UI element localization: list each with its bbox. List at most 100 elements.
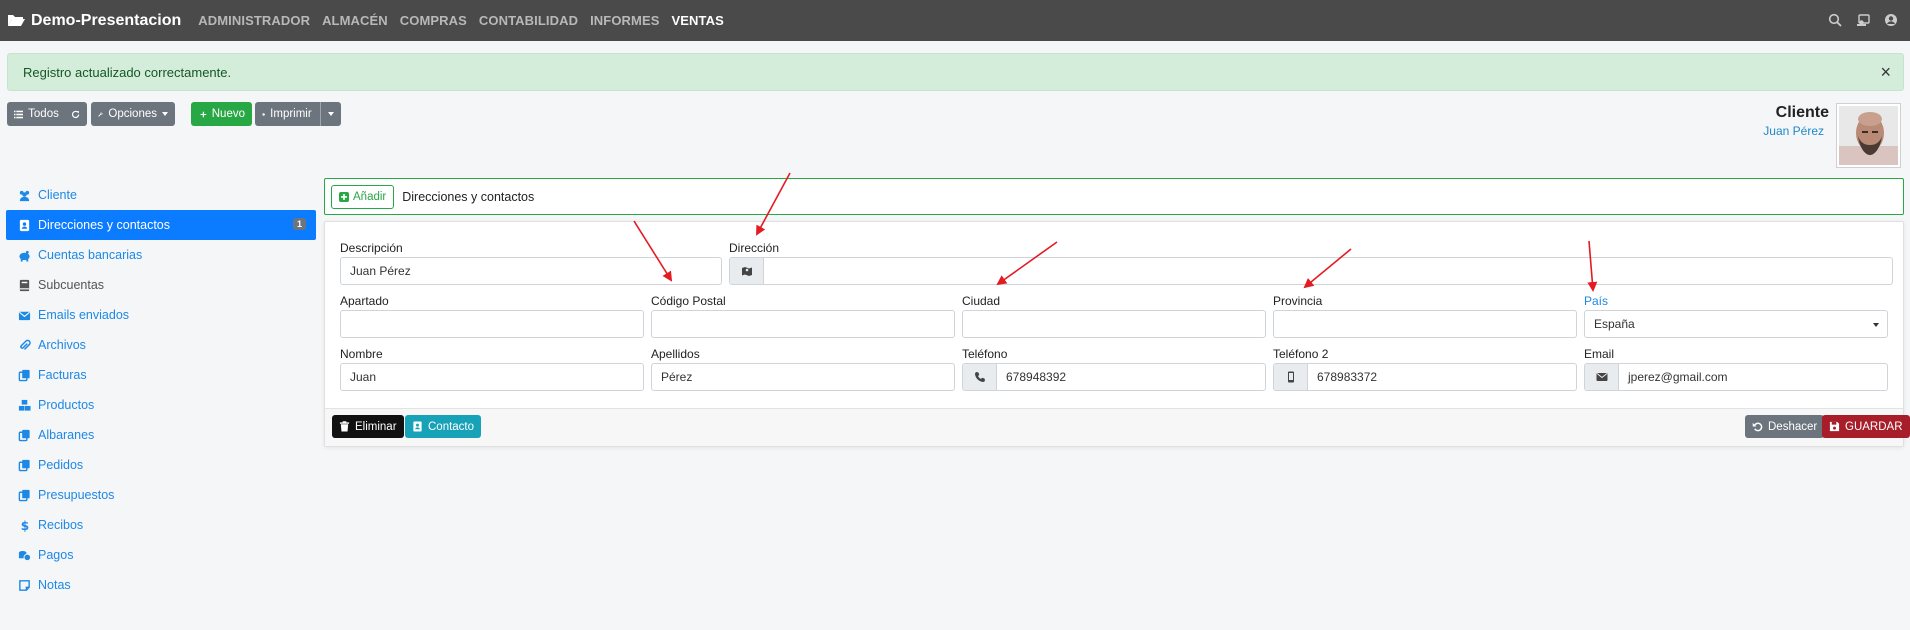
provincia-input[interactable] [1273,310,1577,338]
email-input[interactable]: jperez@gmail.com [1584,363,1888,391]
close-icon[interactable]: × [1880,63,1891,81]
plus-icon [200,111,207,117]
print-button[interactable]: Imprimir [255,102,341,126]
sidebar-item-direcciones[interactable]: Direcciones y contactos 1 [6,210,316,240]
sidebar-item-pedidos[interactable]: Pedidos [6,450,316,480]
sidebar-item-presupuestos[interactable]: Presupuestos [6,480,316,510]
dollar-icon: $ [21,519,29,532]
nombre-label: Nombre [340,347,383,361]
new-button[interactable]: Nuevo [191,102,252,126]
sidebar-item-label: Recibos [38,518,84,532]
nav-compras[interactable]: COMPRAS [400,13,467,28]
success-alert: Registro actualizado correctamente. × [7,53,1904,91]
provincia-label: Provincia [1273,294,1323,308]
sidebar-item-subcuentas[interactable]: Subcuentas [6,270,316,300]
apellidos-input[interactable]: Pérez [651,363,955,391]
options-button-label: Opciones [108,108,157,120]
phone-addon [963,364,997,390]
section-title: Direcciones y contactos [402,189,535,204]
pais-value: España [1594,317,1635,331]
sidebar-item-archivos[interactable]: Archivos [6,330,316,360]
options-button[interactable]: Opciones [91,102,175,126]
descripcion-input[interactable]: Juan Pérez [340,257,722,285]
new-button-label: Nuevo [211,108,245,120]
sidebar-item-cliente[interactable]: Cliente [6,180,316,210]
nav-almacen[interactable]: ALMACÉN [322,13,388,28]
refresh-icon[interactable] [71,109,80,120]
sidebar-item-label: Presupuestos [38,488,115,502]
email-label: Email [1584,347,1615,361]
sticky-note-icon [19,579,30,591]
telefono2-value: 678983372 [1317,370,1378,384]
brand[interactable]: Demo-Presentacion [7,12,181,30]
chevron-down-icon[interactable] [327,112,334,116]
codigo-postal-input[interactable] [651,310,955,338]
nav-administrador[interactable]: ADMINISTRADOR [198,13,310,28]
sidebar-item-label: Archivos [38,338,86,352]
sidebar-item-label: Notas [38,578,71,592]
add-button[interactable]: Añadir [331,184,395,209]
sidebar-item-facturas[interactable]: Facturas [6,360,316,390]
page-title: Cliente [1775,104,1829,121]
direccion-input[interactable] [729,257,1893,285]
sidebar-item-emails[interactable]: Emails enviados [6,300,316,330]
mobile-icon [1287,371,1294,383]
list-icon [14,110,24,118]
sidebar-item-pagos[interactable]: Pagos [6,540,316,570]
plus-square-icon [339,191,349,202]
app-title: Demo-Presentacion [31,11,182,29]
nav-informes[interactable]: INFORMES [590,13,659,28]
mobile-addon [1274,364,1308,390]
save-button-label: GUARDAR [1845,420,1903,433]
sidebar-item-productos[interactable]: Productos [6,390,316,420]
wrench-icon [98,111,103,117]
ciudad-input[interactable] [962,310,1266,338]
undo-button[interactable]: Deshacer [1745,415,1825,438]
delete-button-label: Eliminar [355,420,397,433]
main-nav: ADMINISTRADOR ALMACÉN COMPRAS CONTABILID… [198,13,736,28]
save-icon [1829,421,1840,432]
delete-button[interactable]: Eliminar [332,415,404,438]
search-icon[interactable] [1828,13,1842,27]
pais-select[interactable]: España [1584,310,1888,338]
cubes-icon [18,399,31,411]
svg-text:$: $ [21,519,29,532]
nav-contabilidad[interactable]: CONTABILIDAD [479,13,578,28]
sidebar-item-albaranes[interactable]: Albaranes [6,420,316,450]
sidebar-item-recibos[interactable]: $ Recibos [6,510,316,540]
top-navbar: Demo-Presentacion ADMINISTRADOR ALMACÉN … [0,0,1910,41]
apartado-label: Apartado [340,294,389,308]
envelope-icon [18,311,31,320]
telefono2-input[interactable]: 678983372 [1273,363,1577,391]
sidebar-item-notas[interactable]: Notas [6,570,316,600]
coins-icon [18,550,31,561]
address-form: Descripción Juan Pérez Dirección Apartad… [324,221,1910,447]
alert-message: Registro actualizado correctamente. [23,64,232,80]
client-name-link[interactable]: Juan Pérez [1763,124,1824,138]
ciudad-label: Ciudad [962,294,1001,308]
avatar [1836,103,1901,168]
nav-ventas[interactable]: VENTAS [672,13,724,28]
save-button[interactable]: GUARDAR [1822,415,1910,438]
phone-icon [974,372,985,382]
contact-button-label: Contacto [428,420,475,433]
pais-label[interactable]: País [1584,294,1608,308]
form-footer: Eliminar Contacto Deshacer GUARDAR [325,408,1910,446]
all-button[interactable]: Todos [7,102,87,126]
section-header: Añadir Direcciones y contactos [324,178,1904,215]
sidebar-item-label: Subcuentas [38,278,105,292]
nombre-input[interactable]: Juan [340,363,644,391]
print-icon [262,112,265,116]
apartado-input[interactable] [340,310,644,338]
sidebar-item-cuentas-bancarias[interactable]: Cuentas bancarias [6,240,316,270]
print-button-label: Imprimir [270,108,312,120]
envelope-icon [1596,373,1607,381]
telefono2-label: Teléfono 2 [1273,347,1329,361]
piggy-bank-icon [19,250,30,262]
contact-button[interactable]: Contacto [405,415,482,438]
contact-card-icon[interactable] [1856,13,1870,27]
user-icon[interactable] [1884,13,1898,27]
map-marker-icon [741,267,752,276]
telefono-input[interactable]: 678948392 [962,363,1266,391]
sidebar-item-label: Cuentas bancarias [38,248,143,262]
